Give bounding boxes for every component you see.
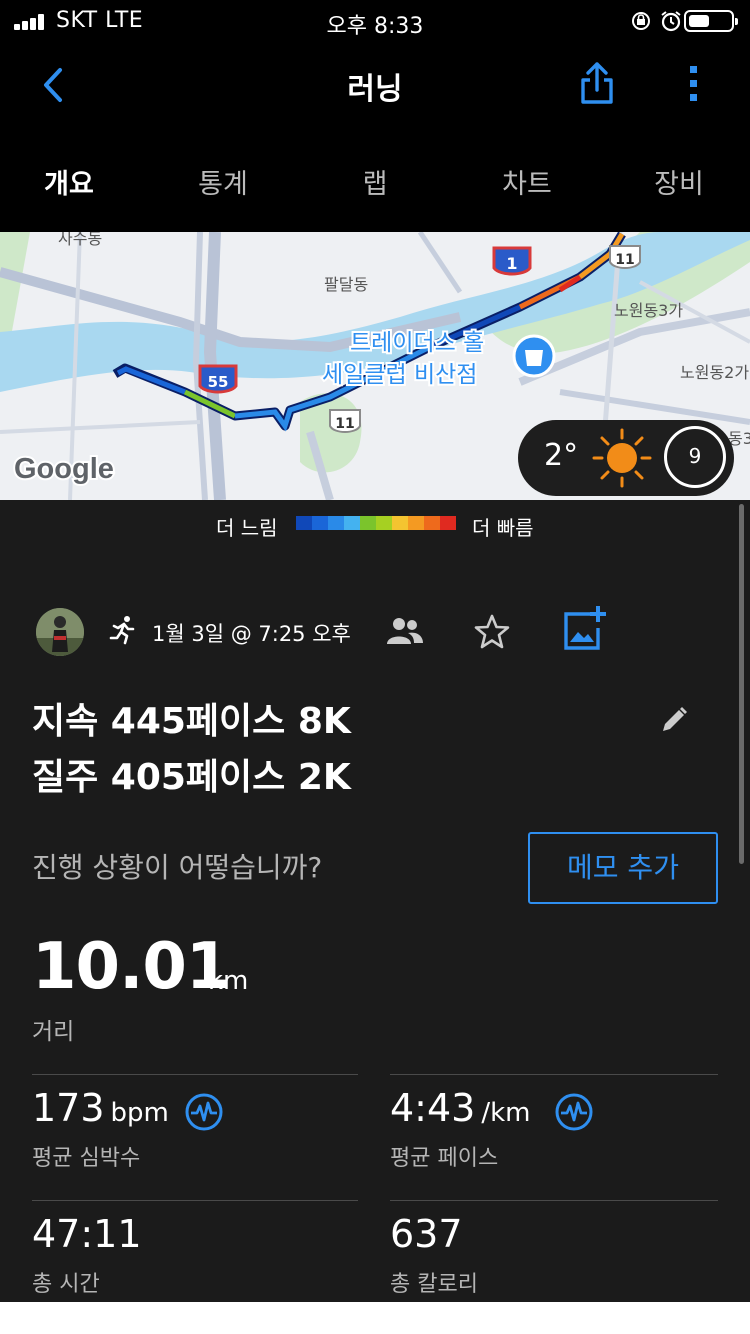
alarm-icon (661, 11, 681, 32)
add-photo-icon[interactable] (560, 606, 608, 652)
legend-swatch (440, 516, 456, 530)
legend-slow-label: 더 느림 (216, 516, 278, 540)
divider (32, 1200, 358, 1201)
legend-swatch (360, 516, 376, 530)
activity-title-line: 질주 405페이스 2K (32, 757, 351, 798)
map-label-district: 노원동2가 (680, 363, 749, 382)
legend-swatch (392, 516, 408, 530)
legend-fast-label: 더 빠름 (472, 516, 534, 540)
tab-stats[interactable]: 통계 (148, 162, 298, 201)
page-title: 러닝 (347, 72, 403, 107)
divider (32, 1074, 358, 1075)
map-poi-label: 세일클럽 비산점 (322, 362, 477, 388)
total-time-value: 47:11 (32, 1212, 142, 1256)
group-icon[interactable] (386, 616, 424, 646)
divider (390, 1200, 718, 1201)
distance-value: 10.01 (32, 930, 230, 1004)
pace-label: 평균 페이스 (390, 1146, 499, 1171)
route-shield-1: 1 (506, 254, 517, 273)
activity-date: 1월 3일 @ 7:25 오후 (152, 622, 351, 646)
pace-legend: 더 느림 더 빠름 (0, 500, 750, 552)
edit-pencil-icon[interactable] (658, 704, 690, 736)
route-map[interactable]: 1 55 11 11 사수동 팔달동 노원동3가 노원동2가 동3 트레이더스 … (0, 232, 750, 500)
running-icon (109, 616, 135, 645)
heart-rate-stat: 173 bpm (32, 1086, 169, 1130)
distance-unit: km (208, 966, 249, 996)
tab-bar: 개요 통계 랩 차트 장비 (0, 130, 750, 232)
sun-icon (592, 428, 652, 488)
wind-speed-label: 9 (688, 444, 702, 468)
pace-chart-icon[interactable] (554, 1092, 594, 1132)
map-poi-label: 트레이더스 홀 (350, 330, 484, 356)
legend-swatch (328, 516, 344, 530)
route-shield-11-b: 11 (335, 416, 354, 432)
legend-swatch (408, 516, 424, 530)
route-shield-55: 55 (208, 373, 229, 391)
map-label-district: 노원동3가 (614, 301, 683, 320)
heart-rate-icon[interactable] (184, 1092, 224, 1132)
wind-indicator: 9 (664, 426, 726, 488)
legend-swatch (424, 516, 440, 530)
battery-icon (684, 10, 738, 32)
pace-value: 4:43 (390, 1086, 476, 1130)
distance-label: 거리 (32, 1019, 75, 1045)
heart-rate-value: 173 (32, 1086, 105, 1130)
add-note-button[interactable]: 메모 추가 (528, 832, 718, 904)
more-options-button[interactable] (676, 58, 712, 108)
activity-title: 지속 445페이스 8K 질주 405페이스 2K (32, 694, 351, 806)
heart-rate-label: 평균 심박수 (32, 1146, 141, 1171)
rotation-lock-icon (632, 12, 650, 30)
header: 러닝 (0, 40, 750, 130)
map-label-district: 팔달동 (324, 275, 368, 294)
tab-charts[interactable]: 차트 (452, 162, 602, 201)
tab-gear[interactable]: 장비 (604, 162, 750, 201)
total-time-label: 총 시간 (32, 1272, 100, 1297)
tab-overview[interactable]: 개요 (0, 162, 144, 201)
activity-summary: 1월 3일 @ 7:25 오후 지속 445페이스 8K 질주 405페이스 2… (0, 552, 750, 1302)
progress-prompt: 진행 상황이 어떻습니까? (32, 851, 323, 884)
temperature-label: 2° (544, 438, 579, 473)
heart-rate-unit: bpm (110, 1098, 169, 1128)
legend-swatch (296, 516, 312, 530)
pace-stat: 4:43/km (390, 1086, 531, 1130)
pace-unit: /km (481, 1098, 531, 1128)
status-bar: SKT LTE 오후 8:33 (0, 0, 750, 40)
avatar[interactable] (36, 608, 84, 656)
share-button[interactable] (572, 58, 622, 108)
weather-badge: 2° 9 (518, 420, 734, 496)
legend-swatch (344, 516, 360, 530)
legend-swatch (376, 516, 392, 530)
calories-value: 637 (390, 1212, 463, 1256)
tab-laps[interactable]: 랩 (300, 162, 450, 201)
map-label-district: 사수동 (58, 232, 102, 248)
favorite-star-icon[interactable] (472, 612, 512, 652)
scrollbar[interactable] (739, 504, 744, 864)
route-shield-11-a: 11 (615, 252, 634, 268)
legend-color-bar (296, 516, 456, 530)
legend-swatch (312, 516, 328, 530)
activity-title-line: 지속 445페이스 8K (32, 701, 351, 742)
calories-label: 총 칼로리 (390, 1272, 478, 1297)
google-logo: Google (14, 453, 114, 485)
bottom-strip (0, 1302, 750, 1334)
divider (390, 1074, 718, 1075)
